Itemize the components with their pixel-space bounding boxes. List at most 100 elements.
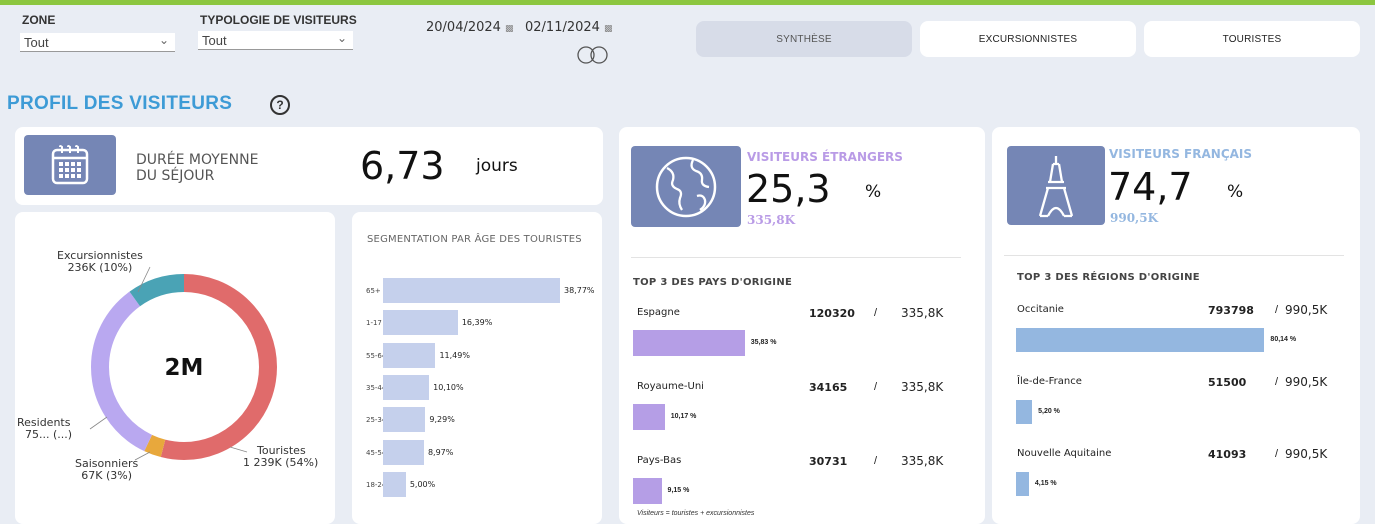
french-percent-unit: % bbox=[1227, 182, 1244, 202]
origin-total: 990,5K bbox=[1285, 303, 1328, 317]
french-total: 990,5K bbox=[1110, 211, 1159, 225]
calendar-icon bbox=[51, 145, 89, 185]
origin-share-bar bbox=[1016, 472, 1029, 496]
origin-share-label: 35,83 % bbox=[750, 339, 777, 346]
origin-count: 34165 bbox=[809, 381, 848, 394]
origin-total: 335,8K bbox=[901, 380, 944, 394]
origin-total: 335,8K bbox=[901, 306, 944, 320]
tab-touristes[interactable]: TOURISTES bbox=[1144, 21, 1360, 57]
origin-share-bar bbox=[633, 330, 745, 356]
donut-label-excursionnistes: Excursionnistes 236K (10%) bbox=[57, 250, 143, 274]
donut-label-saisonniers: Saisonniers 67K (3%) bbox=[75, 458, 138, 482]
stay-unit: jours bbox=[476, 156, 518, 176]
origin-count: 51500 bbox=[1208, 376, 1247, 389]
date-end-value: 02/11/2024 bbox=[525, 20, 600, 35]
age-bar-value-label: 16,39% bbox=[461, 318, 493, 328]
origin-share-bar bbox=[633, 478, 662, 504]
tab-excursionnistes[interactable]: EXCURSIONNISTES bbox=[920, 21, 1136, 57]
age-bar-value-label: 9,29% bbox=[429, 415, 455, 425]
origin-share-bar bbox=[1016, 328, 1265, 352]
origin-separator: / bbox=[1275, 304, 1279, 316]
age-bar[interactable] bbox=[383, 278, 560, 303]
origin-separator: / bbox=[874, 455, 878, 467]
top-regions-title: TOP 3 DES RÉGIONS D'ORIGINE bbox=[1017, 272, 1200, 283]
tab-synthese-label: SYNTHÈSE bbox=[776, 33, 832, 45]
origin-total: 990,5K bbox=[1285, 375, 1328, 389]
zone-select-value: Tout bbox=[24, 35, 49, 50]
origin-separator: / bbox=[874, 307, 878, 319]
chevron-down-icon: ⌄ bbox=[336, 31, 347, 45]
foreign-footnote: Visiteurs = touristes + excursionnistes bbox=[637, 510, 755, 517]
age-bar-value-label: 38,77% bbox=[564, 286, 595, 295]
tab-synthese[interactable]: SYNTHÈSE bbox=[696, 21, 912, 57]
origin-share-bar bbox=[1016, 400, 1033, 424]
age-tick-label: 65+ bbox=[366, 287, 381, 295]
origin-total: 990,5K bbox=[1285, 447, 1328, 461]
calendar-icon: ▩ bbox=[603, 24, 613, 34]
range-slider-icon[interactable] bbox=[576, 45, 612, 65]
typology-select-value: Tout bbox=[202, 33, 227, 48]
stay-label: DURÉE MOYENNE DU SÉJOUR bbox=[136, 152, 258, 184]
zone-select[interactable]: Tout ⌄ bbox=[20, 33, 175, 52]
typology-select[interactable]: Tout ⌄ bbox=[198, 31, 353, 50]
donut-leader-line bbox=[89, 416, 108, 430]
french-visitors-card: VISITEURS FRANÇAIS 74,7 % 990,5K TOP 3 D… bbox=[992, 127, 1360, 524]
globe-icon bbox=[655, 156, 717, 217]
origin-count: 120320 bbox=[809, 307, 855, 320]
donut-label-residents-value: 75... (...) bbox=[25, 428, 73, 441]
date-start-input[interactable]: 20/04/2024 ▩ bbox=[426, 20, 513, 35]
help-icon[interactable]: ? bbox=[270, 95, 290, 115]
age-bar[interactable] bbox=[383, 407, 426, 433]
origin-name: Espagne bbox=[637, 307, 680, 318]
origin-share-label: 4,15 % bbox=[1034, 480, 1057, 487]
age-bar-value-label: 8,97% bbox=[427, 447, 454, 457]
typology-label: TYPOLOGIE DE VISITEURS bbox=[200, 13, 357, 27]
origin-count: 30731 bbox=[809, 455, 848, 468]
age-tick-label: 1-17 bbox=[366, 319, 382, 328]
donut-label-excursionnistes-value: 236K (10%) bbox=[67, 261, 133, 274]
origin-name: Royaume-Uni bbox=[637, 381, 704, 392]
donut-label-touristes-value: 1 239K (54%) bbox=[243, 456, 319, 469]
origin-name: Pays-Bas bbox=[637, 455, 682, 466]
foreign-label: VISITEURS ÉTRANGERS bbox=[747, 150, 903, 164]
globe-icon-box bbox=[631, 146, 741, 227]
top-countries-title: TOP 3 DES PAYS D'ORIGINE bbox=[633, 277, 793, 288]
tab-excursionnistes-label: EXCURSIONNISTES bbox=[978, 33, 1078, 45]
origin-count: 793798 bbox=[1208, 304, 1254, 317]
donut-center-value: 2M bbox=[164, 355, 204, 381]
date-start-value: 20/04/2024 bbox=[426, 20, 501, 35]
origin-name: Nouvelle Aquitaine bbox=[1017, 448, 1112, 459]
age-bar-value-label: 10,10% bbox=[433, 382, 464, 392]
calendar-icon: ▩ bbox=[504, 24, 514, 34]
age-bar[interactable] bbox=[383, 310, 458, 336]
eiffel-tower-icon-box bbox=[1007, 146, 1105, 225]
origin-separator: / bbox=[1275, 448, 1279, 460]
age-bar-value-label: 11,49% bbox=[439, 350, 470, 360]
stay-value: 6,73 bbox=[360, 144, 445, 188]
age-bar[interactable] bbox=[383, 342, 436, 368]
origin-separator: / bbox=[1275, 376, 1279, 388]
origin-name: Occitanie bbox=[1017, 304, 1064, 315]
foreign-total: 335,8K bbox=[747, 213, 796, 227]
origin-count: 41093 bbox=[1208, 448, 1247, 461]
page-title: PROFIL DES VISITEURS bbox=[7, 93, 233, 114]
divider bbox=[631, 257, 961, 258]
french-percent-value: 74,7 bbox=[1108, 165, 1193, 209]
origin-share-label: 9,15 % bbox=[667, 487, 690, 494]
age-bar[interactable] bbox=[383, 374, 430, 400]
foreign-visitors-card: VISITEURS ÉTRANGERS 25,3 % 335,8K TOP 3 … bbox=[619, 127, 985, 524]
age-segmentation-card: SEGMENTATION PAR ÂGE DES TOURISTES 65+ 38… bbox=[352, 212, 602, 524]
stay-label-line1: DURÉE MOYENNE bbox=[136, 152, 259, 168]
date-end-input[interactable]: 02/11/2024 ▩ bbox=[525, 20, 612, 35]
origin-share-label: 10,17 % bbox=[670, 413, 697, 420]
calendar-icon-box bbox=[24, 135, 116, 195]
age-bar-chart: 65+ 38,77% 1-17 16,39% 55-64 11,49% 35-44 10,10… bbox=[352, 212, 602, 524]
origin-separator: / bbox=[874, 381, 878, 393]
origin-total: 335,8K bbox=[901, 454, 944, 468]
stay-label-line2: DU SÉJOUR bbox=[136, 168, 215, 184]
divider bbox=[1004, 255, 1344, 256]
age-bar-value-label: 5,00% bbox=[409, 479, 436, 489]
age-bar[interactable] bbox=[383, 471, 406, 497]
top-accent-bar bbox=[0, 0, 1375, 5]
age-bar[interactable] bbox=[383, 439, 424, 465]
